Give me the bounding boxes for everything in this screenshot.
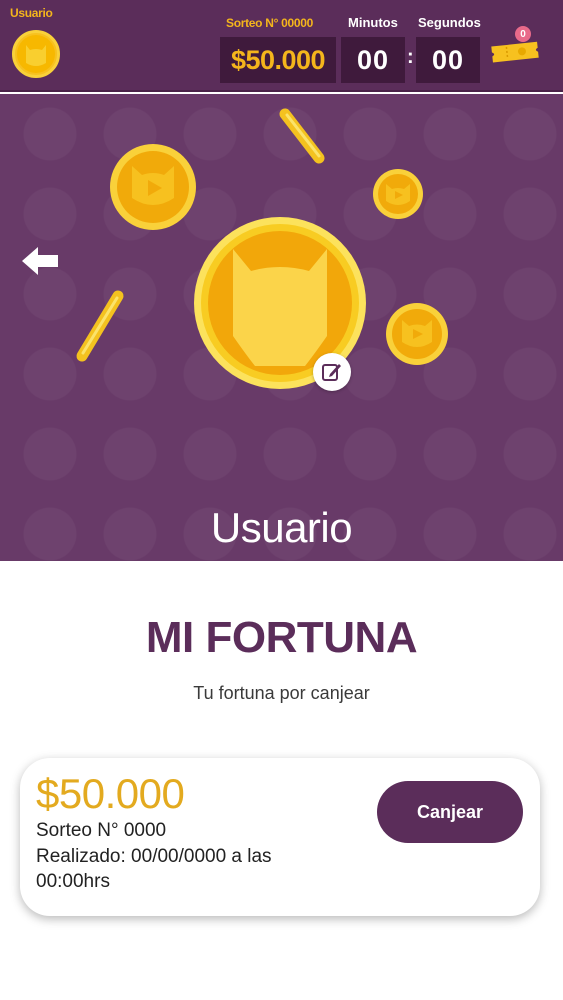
user-avatar[interactable] — [12, 30, 60, 78]
coin-icon — [110, 144, 196, 230]
seconds-label: Segundos — [418, 15, 481, 30]
card-completed-date: Realizado: 00/00/0000 a las 00:00hrs — [36, 846, 272, 892]
redeem-button[interactable]: Canjear — [377, 781, 523, 843]
seconds-value: 00 — [416, 37, 480, 83]
card-prize-amount: $50.000 — [36, 770, 185, 817]
minutes-label: Minutos — [348, 15, 398, 30]
user-label: Usuario — [10, 6, 53, 20]
edit-icon — [322, 364, 341, 381]
user-block[interactable]: Usuario — [10, 6, 70, 78]
coin-icon — [386, 303, 448, 365]
coin-bar-icon — [279, 108, 325, 164]
ticket-count-badge: 0 — [515, 26, 531, 42]
time-separator: : — [407, 46, 414, 68]
arrow-left-icon — [22, 247, 58, 275]
card-draw-number: Sorteo N° 0000 — [36, 820, 167, 841]
page-subtitle: Tu fortuna por canjear — [193, 683, 370, 703]
ticket-button[interactable]: 0 — [489, 24, 543, 70]
cat-coin-icon — [17, 35, 55, 73]
back-button[interactable] — [20, 244, 62, 278]
page-title: MI FORTUNA — [145, 613, 418, 662]
coin-icon — [373, 169, 423, 219]
minutes-value: 00 — [341, 37, 405, 83]
profile-hero: Usuario — [0, 94, 563, 561]
top-header: Usuario Sorteo N° 00000 Minutos Segundos… — [0, 0, 563, 92]
profile-name: Usuario — [210, 504, 353, 551]
prize-card: $50.000 Sorteo N° 0000 Realizado: 00/00/… — [20, 758, 540, 916]
coin-bar-icon — [76, 290, 124, 362]
prize-amount: $50.000 — [220, 37, 336, 83]
draw-number-label: Sorteo N° 00000 — [226, 16, 314, 30]
edit-avatar-button[interactable] — [313, 353, 351, 391]
